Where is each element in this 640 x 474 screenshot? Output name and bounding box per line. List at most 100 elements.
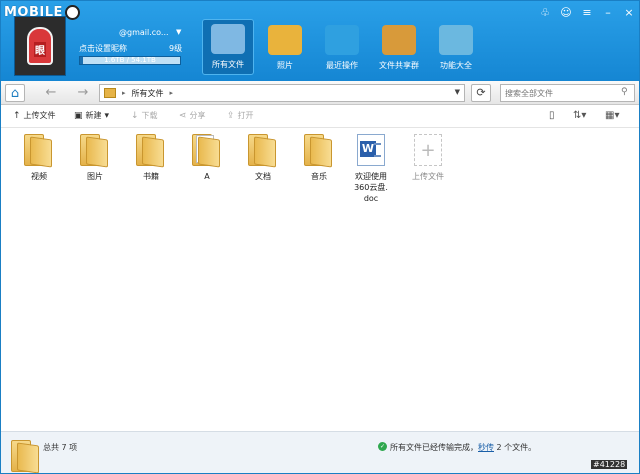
file-grid: 视频 图片 书籍 A 文档 音乐 W 欢迎使用 360云盘. doc + 上传文件 <box>1 129 639 429</box>
menu-icon[interactable]: ≡ <box>581 7 593 19</box>
watermark: #41228 <box>591 460 628 469</box>
folder-icon <box>192 134 222 168</box>
avatar-char: 眼 <box>34 42 46 57</box>
transfer-status: 所有文件已经传输完成，秒传 2 个文件。 <box>390 442 536 453</box>
item-count: 总共 7 项 <box>43 443 78 452</box>
nav-item-0[interactable]: 所有文件 <box>202 19 254 75</box>
share-label: 分享 <box>189 111 206 120</box>
home-button[interactable]: ⌂ <box>5 84 25 102</box>
app-window: MOBILE ♧ ☺ ≡ – × 眼 @gmail.co... ▼ 点击设置昵称… <box>0 0 640 474</box>
nav-label: 文件共享群 <box>379 61 419 70</box>
user-level: 9级 <box>169 44 183 53</box>
file-name: 视频 <box>31 172 47 181</box>
folder-icon <box>304 134 334 168</box>
file-item[interactable]: W 欢迎使用 360云盘. doc <box>348 134 394 204</box>
shirt-icon[interactable]: ♧ <box>539 7 551 19</box>
path-dropdown-icon[interactable]: ▼ <box>455 88 460 96</box>
back-button[interactable]: ← <box>41 84 61 102</box>
search-icon[interactable]: ⚲ <box>621 87 631 97</box>
nav-item-3[interactable]: 文件共享群 <box>373 19 425 75</box>
new-button[interactable]: ▣ 新建 ▾ <box>74 110 109 121</box>
file-name: A <box>204 172 210 181</box>
header: MOBILE ♧ ☺ ≡ – × 眼 @gmail.co... ▼ 点击设置昵称… <box>1 1 639 81</box>
nav-label: 功能大全 <box>440 61 472 70</box>
drive-icon <box>104 88 116 98</box>
folder-icon <box>80 134 110 168</box>
nav-label: 照片 <box>277 61 293 70</box>
all-files-icon <box>211 24 245 54</box>
folder-icon <box>24 134 54 168</box>
download-button[interactable]: ↓ 下载 <box>131 110 158 121</box>
file-name: 音乐 <box>311 172 327 181</box>
logo-badge-icon <box>64 4 80 20</box>
toolbox-icon <box>439 25 473 55</box>
view-mode-icon[interactable]: ▦▾ <box>605 110 619 121</box>
file-name: 文档 <box>255 172 271 181</box>
quota-bar: 1.6TB / 54.1TB <box>79 56 181 65</box>
skin-icon[interactable]: ☺ <box>560 7 572 19</box>
new-label: 新建 <box>85 111 102 120</box>
toolbar: ↑ 上传文件 ▣ 新建 ▾ ↓ 下载 ⋖ 分享 ⇪ 打开 ▯ ⇅▾ ▦▾ <box>1 106 639 128</box>
status-bar: 总共 7 项 ✓ 所有文件已经传输完成，秒传 2 个文件。 详细 <box>1 431 639 473</box>
folder-icon <box>11 440 39 473</box>
folder-icon <box>248 134 278 168</box>
upload-icon: ↑ <box>13 110 21 121</box>
file-item[interactable]: 书籍 <box>128 134 174 182</box>
new-icon: ▣ <box>74 110 83 121</box>
success-icon: ✓ <box>378 442 387 451</box>
avatar[interactable]: 眼 <box>14 16 66 76</box>
sort-icon[interactable]: ⇅▾ <box>573 110 586 121</box>
open-icon: ⇪ <box>227 110 235 121</box>
download-icon: ↓ <box>131 110 139 121</box>
open-label: 打开 <box>237 111 254 120</box>
file-name: 欢迎使用 360云盘. doc <box>354 172 388 203</box>
clock-icon <box>325 25 359 55</box>
instant-transfer-link[interactable]: 秒传 <box>478 443 494 452</box>
main-nav: 所有文件 照片 最近操作 文件共享群 功能大全 <box>202 19 487 75</box>
user-email[interactable]: @gmail.co... <box>119 28 169 37</box>
path-box[interactable]: ▸ 所有文件 ▸ ▼ <box>99 84 465 102</box>
file-item[interactable]: 音乐 <box>296 134 342 182</box>
file-item[interactable]: A <box>184 134 230 182</box>
breadcrumb[interactable]: 所有文件 <box>132 88 164 99</box>
path-separator-icon: ▸ <box>169 89 174 97</box>
folder-icon <box>136 134 166 168</box>
photos-icon <box>268 25 302 55</box>
refresh-button[interactable]: ⟳ <box>471 84 491 102</box>
path-separator-icon: ▸ <box>122 89 126 97</box>
plus-icon: + <box>414 134 442 166</box>
share-button[interactable]: ⋖ 分享 <box>179 110 206 121</box>
transfer-status-suffix: 2 个文件。 <box>494 443 537 452</box>
nav-item-2[interactable]: 最近操作 <box>316 19 368 75</box>
transfer-status-text: 所有文件已经传输完成， <box>390 443 478 452</box>
user-dropdown-icon[interactable]: ▼ <box>176 28 181 36</box>
minimize-icon[interactable]: – <box>602 7 614 19</box>
file-item[interactable]: 视频 <box>16 134 62 182</box>
set-nickname-link[interactable]: 点击设置昵称 <box>79 43 127 54</box>
file-item[interactable]: 文档 <box>240 134 286 182</box>
nav-label: 最近操作 <box>326 61 358 70</box>
upload-tile[interactable]: + 上传文件 <box>405 134 451 182</box>
word-doc-icon: W <box>357 134 385 166</box>
nav-item-4[interactable]: 功能大全 <box>430 19 482 75</box>
preview-pane-icon[interactable]: ▯ <box>549 110 555 121</box>
nav-label: 所有文件 <box>212 60 244 69</box>
avatar-image: 眼 <box>27 27 53 65</box>
close-icon[interactable]: × <box>623 7 635 19</box>
file-name: 上传文件 <box>412 172 444 181</box>
search-input[interactable] <box>500 84 635 102</box>
file-name: 图片 <box>87 172 103 181</box>
window-controls: ♧ ☺ ≡ – × <box>539 7 635 19</box>
upload-button[interactable]: ↑ 上传文件 <box>13 110 56 121</box>
file-item[interactable]: 图片 <box>72 134 118 182</box>
share-group-icon <box>382 25 416 55</box>
download-label: 下载 <box>141 111 158 120</box>
share-icon: ⋖ <box>179 110 187 121</box>
nav-item-1[interactable]: 照片 <box>259 19 311 75</box>
open-button[interactable]: ⇪ 打开 <box>227 110 254 121</box>
upload-label: 上传文件 <box>23 111 56 120</box>
forward-button[interactable]: → <box>73 84 93 102</box>
file-name: 书籍 <box>143 172 159 181</box>
quota-text: 1.6TB / 54.1TB <box>104 56 156 64</box>
address-bar: ⌂ ← → ▸ 所有文件 ▸ ▼ ⟳ ⚲ <box>1 81 639 105</box>
